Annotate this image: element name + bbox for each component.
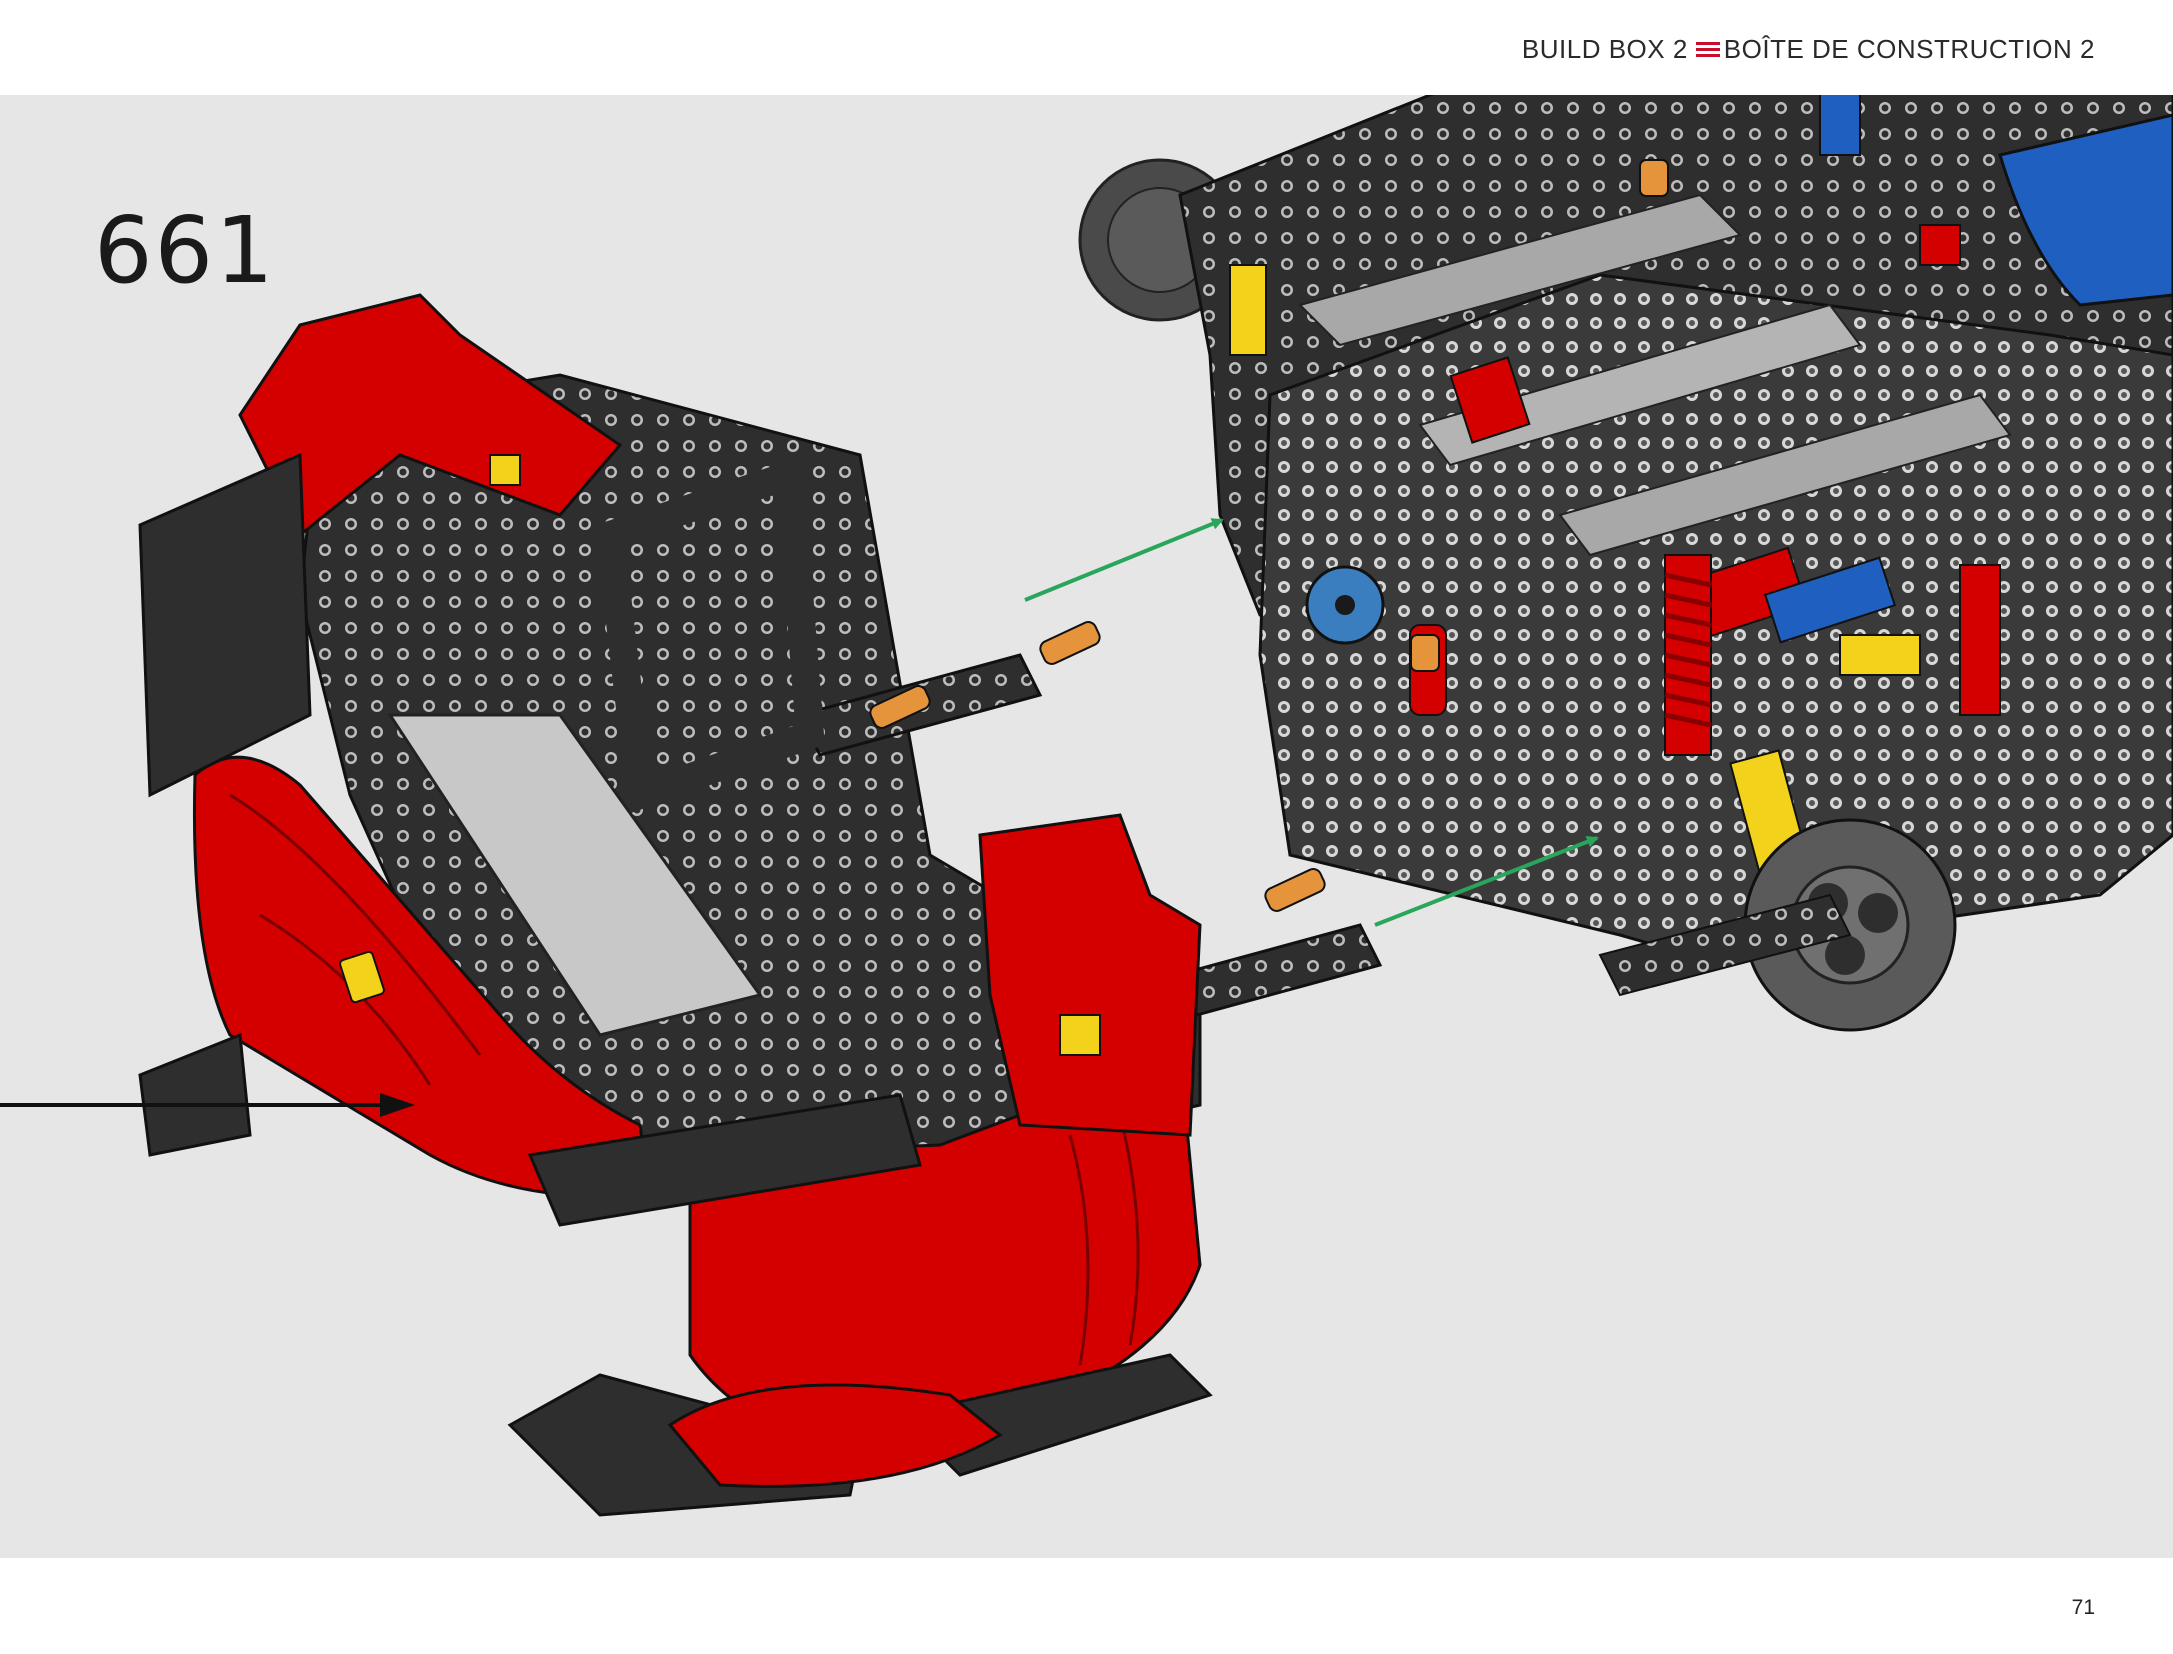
page-number: 71	[2071, 1596, 2095, 1619]
assembly-arrow-upper	[1024, 518, 1224, 602]
build-box-en: BUILD BOX 2	[1521, 34, 1688, 64]
shock-absorber	[1664, 554, 1712, 756]
build-box-label: BUILD BOX 2 BOÎTE DE CONSTRUCTION 2	[1522, 34, 2095, 65]
page-header: BUILD BOX 2 BOÎTE DE CONSTRUCTION 2	[0, 0, 2173, 95]
instruction-canvas: 661	[0, 95, 2173, 1558]
assembly-illustration	[0, 95, 2173, 1517]
front-bumper-module	[138, 293, 1383, 1517]
three-red-lines-icon	[1695, 41, 1720, 58]
chassis-module	[1078, 95, 2173, 1032]
build-box-fr: BOÎTE DE CONSTRUCTION 2	[1723, 34, 2095, 64]
